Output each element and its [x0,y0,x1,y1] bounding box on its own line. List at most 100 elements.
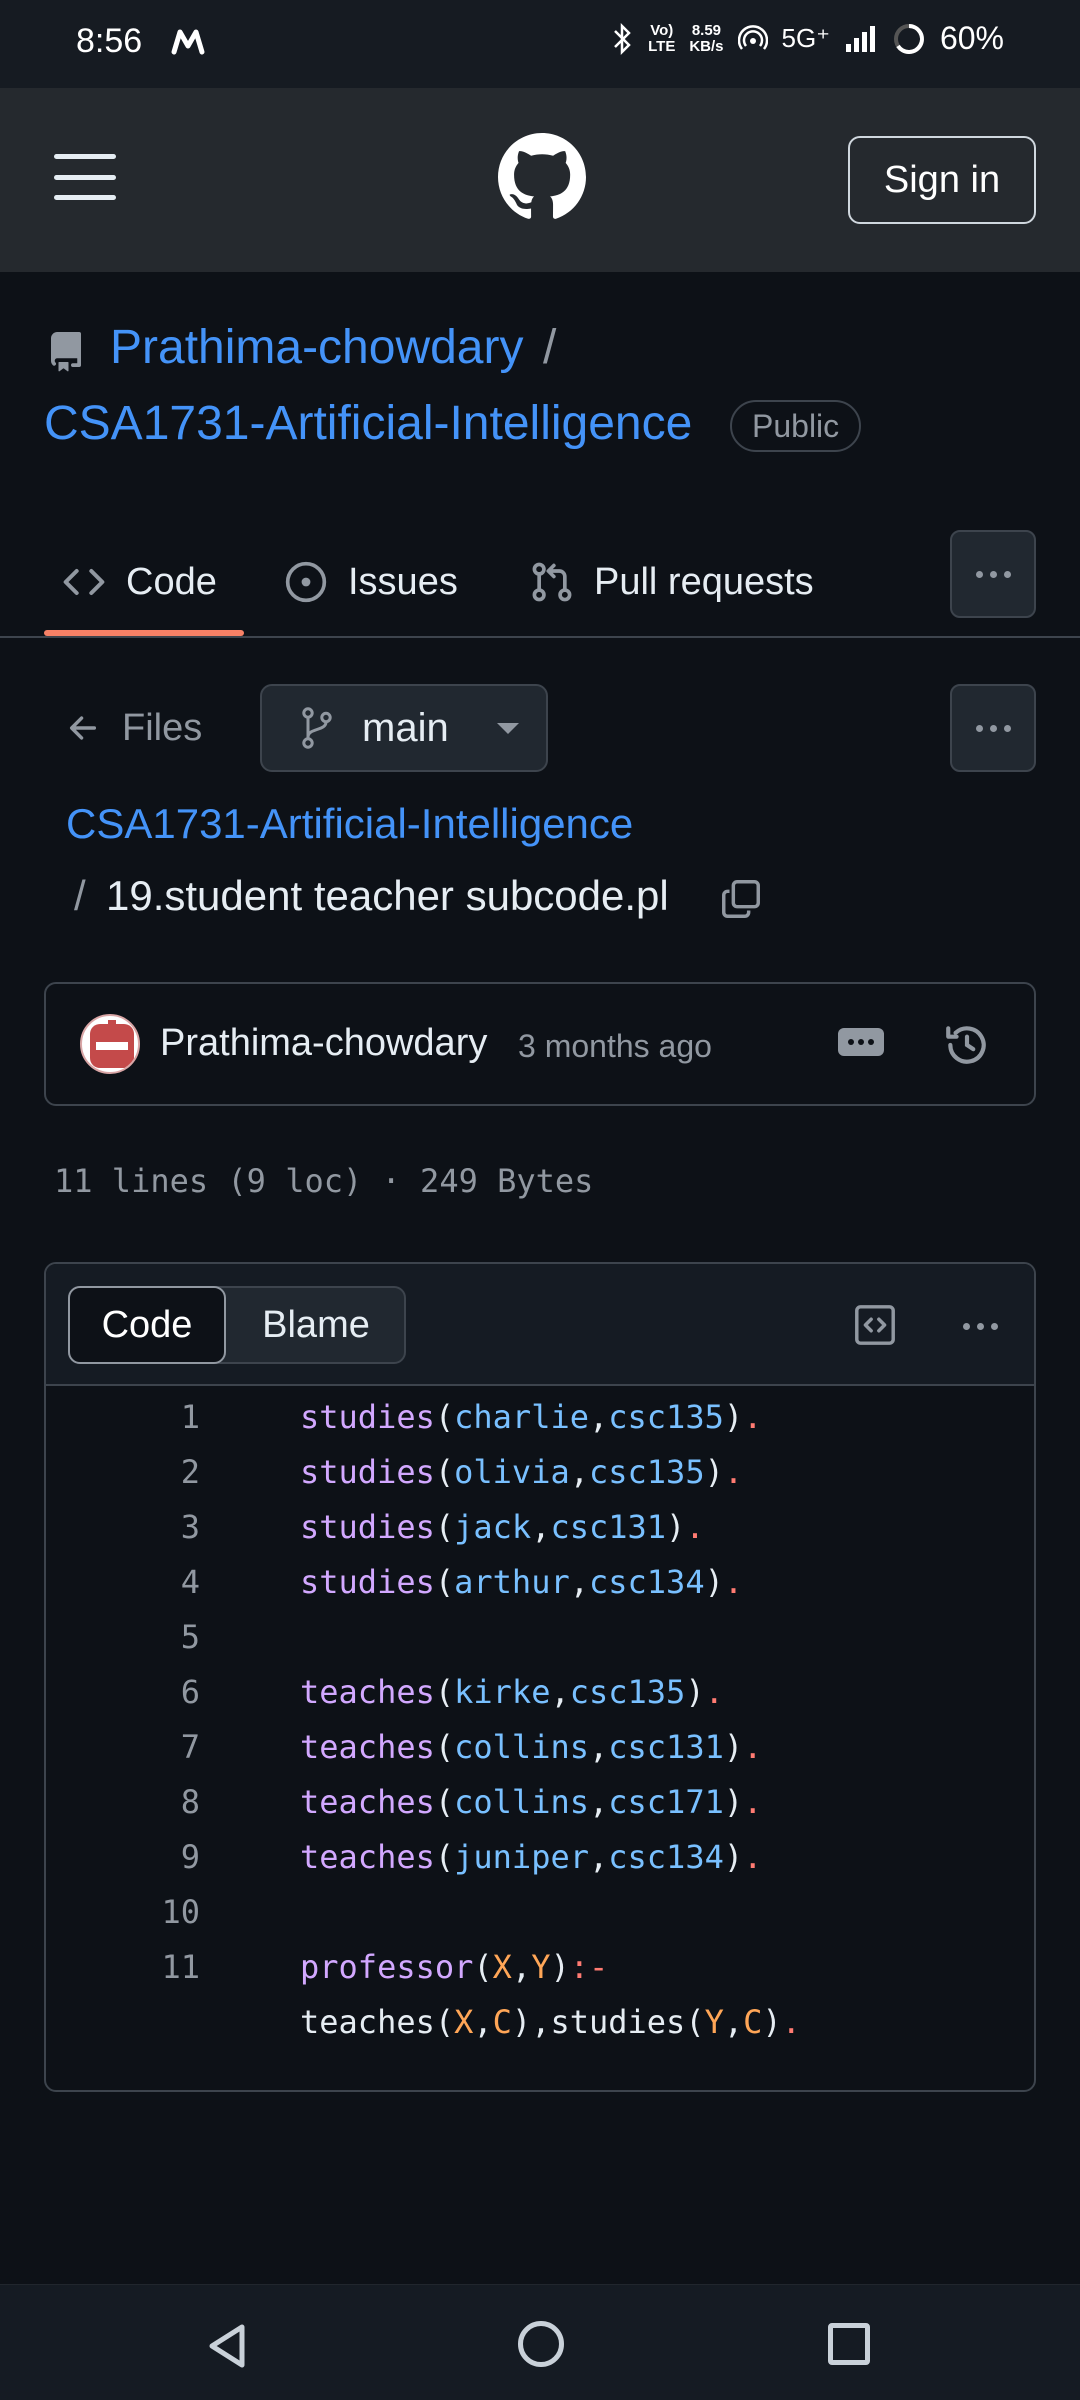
code-token: studies [300,1508,435,1546]
line-number[interactable]: 9 [46,1838,200,1876]
kebab-horizontal-icon [962,1322,998,1330]
code-token: Y [704,2003,724,2041]
code-token: teaches [300,1728,435,1766]
copy-icon[interactable] [718,876,764,922]
code-line: 6 teaches(kirke,csc135). [46,1661,1034,1716]
branch-selector[interactable]: main [260,684,548,772]
code-token: ) [550,1948,570,1986]
tab-issues[interactable]: Issues [284,530,458,634]
breadcrumb-separator: / [74,872,86,919]
code-line: 9 teaches(juniper,csc134). [46,1826,1034,1881]
battery-percentage: 60% [939,20,1004,56]
tab-code[interactable]: Code [62,530,217,634]
commit-message-toggle-button[interactable] [838,1028,884,1056]
tab-issues-label: Issues [348,560,458,603]
repo-name-link[interactable]: CSA1731-Artificial-Intelligence [44,396,692,451]
repo-owner-link[interactable]: Prathima-chowdary [110,320,523,375]
code-token: ( [473,1948,493,1986]
code-token: ( [434,1453,455,1491]
code-line: teaches(X,C),studies(Y,C). [46,1991,1034,2046]
code-token: professor [300,1948,474,1986]
site-header: Sign in [0,88,1080,272]
file-code-icon[interactable] [852,1302,898,1348]
code-token: , [588,1783,609,1821]
code-token: csc134 [588,1563,705,1601]
github-logo-icon[interactable] [498,133,586,221]
system-navigation-bar [0,2284,1080,2400]
home-icon[interactable] [518,2321,564,2367]
back-icon[interactable] [206,2323,248,2369]
git-branch-icon [302,707,332,749]
menu-icon[interactable] [54,154,116,200]
code-view-button[interactable]: Code [68,1286,226,1364]
code-token: csc134 [608,1838,724,1876]
file-actions-more-button[interactable] [950,684,1036,772]
sign-in-button[interactable]: Sign in [848,136,1036,224]
code-token: csc135 [608,1398,724,1436]
code-token: Y [531,1948,551,1986]
code-token: X [492,1948,512,1986]
code-line: 7 teaches(collins,csc131). [46,1716,1034,1771]
line-number[interactable]: 2 [46,1453,200,1491]
line-number[interactable]: 10 [46,1893,200,1931]
line-number[interactable]: 5 [46,1618,200,1656]
status-bar: 8:56 Vo) LTE 8.59 KB/s 5G⁺ 60% [0,0,1080,88]
line-number[interactable]: 8 [46,1783,200,1821]
tab-pull-requests[interactable]: Pull requests [530,530,814,634]
line-content: studies(jack,csc131). [300,1508,705,1546]
history-icon[interactable] [942,1020,992,1070]
code-token: ( [434,1783,455,1821]
commit-author[interactable]: Prathima-chowdary [160,1022,487,1065]
line-content: teaches(collins,csc131). [300,1728,762,1766]
code-token: . [685,1508,705,1546]
code-token: jack [454,1508,532,1546]
line-number[interactable]: 4 [46,1563,200,1601]
avatar[interactable] [80,1014,140,1074]
line-number[interactable]: 1 [46,1398,200,1436]
code-token: ( [434,1563,455,1601]
active-tab-indicator [44,630,244,636]
code-lines: 1 studies(charlie,csc135). 2 studies(olivia… [46,1386,1034,2046]
code-line: 3 studies(jack,csc131). [46,1496,1034,1551]
code-token: juniper [454,1838,589,1876]
code-line: 2 studies(olivia,csc135). [46,1441,1034,1496]
line-number[interactable]: 6 [46,1673,200,1711]
breadcrumb-repo-link[interactable]: CSA1731-Artificial-Intelligence [66,800,633,848]
kebab-horizontal-icon [975,724,1011,732]
code-token: teaches [300,1783,435,1821]
code-token: ) [723,1398,744,1436]
repo-icon [50,332,81,372]
latest-commit-box: Prathima-chowdary 3 months ago [44,982,1036,1106]
code-more-options-button[interactable] [950,1306,1010,1346]
code-token: , [588,1398,609,1436]
blame-view-button[interactable]: Blame [226,1288,406,1362]
code-token: . [743,1783,763,1821]
line-content: teaches(collins,csc171). [300,1783,762,1821]
code-token: ),studies( [511,2003,705,2041]
code-token: csc171 [608,1783,724,1821]
code-token: . [743,1728,763,1766]
tabs-more-button[interactable] [950,530,1036,618]
code-line: 11 professor(X,Y):- [46,1936,1034,1991]
line-number[interactable]: 3 [46,1508,200,1546]
line-content: professor(X,Y):- [300,1948,608,1986]
code-token: ( [434,1673,455,1711]
code-token: ( [434,1728,455,1766]
code-token: , [511,1948,532,1986]
code-token: collins [454,1783,589,1821]
commit-time: 3 months ago [518,1028,712,1064]
line-number[interactable]: 7 [46,1728,200,1766]
code-token: :- [569,1948,609,1986]
line-content: studies(olivia,csc135). [300,1453,743,1491]
code-token: . [743,1838,763,1876]
files-back-button[interactable]: Files [66,698,202,758]
tab-pull-requests-label: Pull requests [594,560,814,603]
line-number[interactable]: 11 [46,1948,200,1986]
code-line: 1 studies(charlie,csc135). [46,1386,1034,1441]
branch-name: main [362,705,449,750]
code-token: . [723,1453,744,1491]
issue-opened-icon [285,561,327,603]
battery-icon [893,23,924,54]
line-content: teaches(juniper,csc134). [300,1838,762,1876]
recents-icon[interactable] [828,2323,870,2365]
